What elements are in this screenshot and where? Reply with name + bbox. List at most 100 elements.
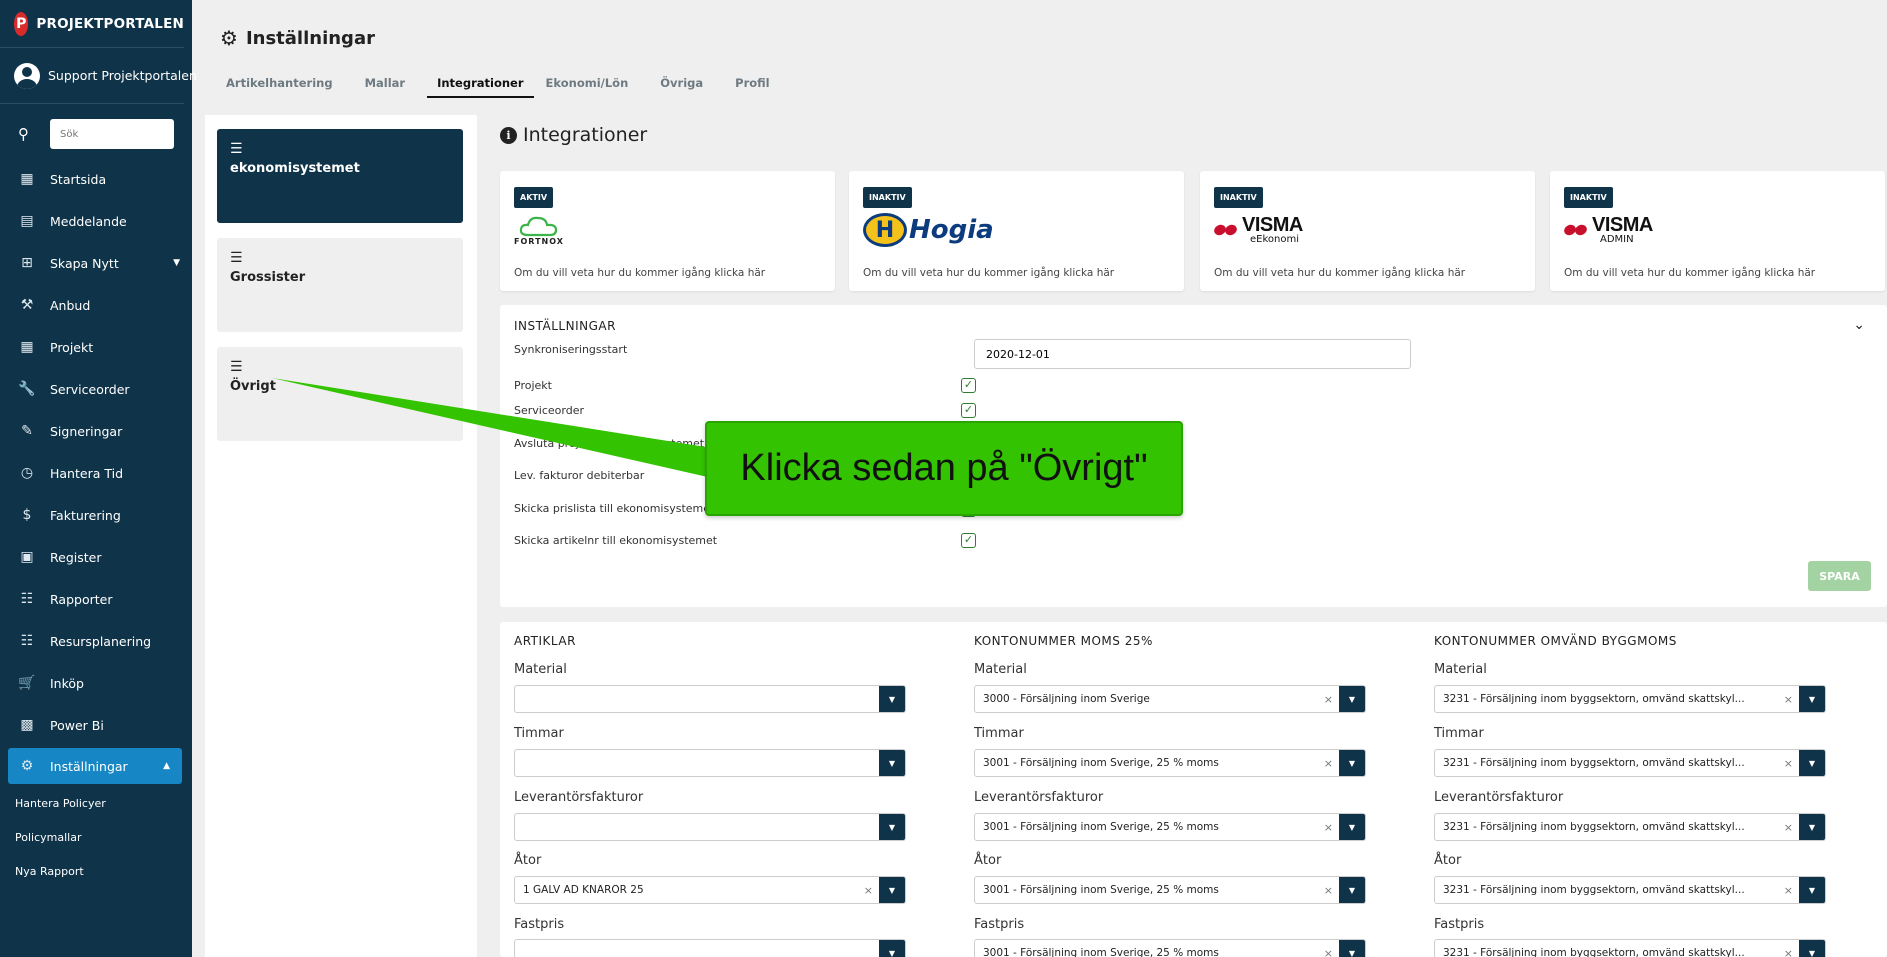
- select-bygg-ator[interactable]: 3231 - Försäljning inom byggsektorn, omv…: [1434, 876, 1826, 904]
- tab-mallar[interactable]: Mallar: [355, 76, 416, 98]
- clear-icon[interactable]: ×: [1324, 693, 1333, 706]
- setting-label-skicka-artikelnr: Skicka artikelnr till ekonomisystemet: [514, 534, 718, 547]
- clear-icon[interactable]: ×: [1784, 693, 1793, 706]
- integration-card-hogia[interactable]: INAKTIV H Hogia Om du vill veta hur du k…: [849, 171, 1184, 291]
- help-link[interactable]: Om du vill veta hur du kommer igång klic…: [863, 267, 1114, 279]
- brand[interactable]: P PROJEKTPORTALEN: [0, 0, 184, 48]
- sidebar-item-resursplanering[interactable]: ☷ Resursplanering: [0, 620, 192, 662]
- clear-icon[interactable]: ×: [1784, 821, 1793, 834]
- caret-down-icon[interactable]: ▼: [1339, 686, 1365, 712]
- select-moms-material[interactable]: 3000 - Försäljning inom Sverige × ▼: [974, 685, 1366, 713]
- caret-down-icon[interactable]: ▼: [1799, 877, 1825, 903]
- sidebar-item-register[interactable]: ▣ Register: [0, 536, 192, 578]
- select-value: 3231 - Försäljning inom byggsektorn, omv…: [1443, 884, 1745, 896]
- select-moms-leverantorsfakturor[interactable]: 3001 - Försäljning inom Sverige, 25 % mo…: [974, 813, 1366, 841]
- save-button[interactable]: SPARA: [1808, 561, 1871, 591]
- select-bygg-material[interactable]: 3231 - Försäljning inom byggsektorn, omv…: [1434, 685, 1826, 713]
- integration-card-visma-admin[interactable]: INAKTIV VISMA ADMIN Om du vill veta hur …: [1550, 171, 1885, 291]
- caret-down-icon[interactable]: ▼: [879, 877, 905, 903]
- card-ovrigt[interactable]: ☰ Övrigt: [217, 347, 463, 441]
- sidebar-item-startsida[interactable]: ▦ Startsida: [0, 158, 192, 200]
- card-grossister[interactable]: ☰ Grossister: [217, 238, 463, 332]
- select-bygg-fastpris[interactable]: 3231 - Försäljning inom byggsektorn, omv…: [1434, 939, 1826, 957]
- tab-integrationer[interactable]: Integrationer: [427, 76, 534, 98]
- caret-down-icon[interactable]: ▼: [879, 814, 905, 840]
- caret-down-icon[interactable]: ▼: [1799, 940, 1825, 957]
- clear-icon[interactable]: ×: [864, 884, 873, 897]
- sidebar-item-fakturering[interactable]: $ Fakturering: [0, 494, 192, 536]
- caret-down-icon[interactable]: ▼: [879, 686, 905, 712]
- caret-down-icon[interactable]: ▼: [1339, 814, 1365, 840]
- caret-down-icon[interactable]: ▼: [879, 750, 905, 776]
- column-heading: KONTONUMMER MOMS 25%: [974, 634, 1153, 648]
- clock-icon: ◷: [20, 465, 34, 481]
- sidebar-item-power-bi[interactable]: ▩ Power Bi: [0, 704, 192, 746]
- caret-down-icon[interactable]: ▼: [1799, 686, 1825, 712]
- sidebar-item-label: Serviceorder: [50, 381, 130, 397]
- clear-icon[interactable]: ×: [1324, 821, 1333, 834]
- caret-down-icon[interactable]: ▼: [1339, 940, 1365, 957]
- select-value: 1 GALV AD KNÄRÖR 25: [523, 884, 644, 896]
- select-value: 3231 - Försäljning inom byggsektorn, omv…: [1443, 947, 1745, 957]
- select-artiklar-material[interactable]: ▼: [514, 685, 906, 713]
- select-artiklar-fastpris[interactable]: ▼: [514, 939, 906, 957]
- search-input[interactable]: [50, 119, 174, 149]
- list-icon: ☰: [230, 359, 243, 375]
- checkbox-projekt[interactable]: ✓: [961, 378, 976, 393]
- select-moms-ator[interactable]: 3001 - Försäljning inom Sverige, 25 % mo…: [974, 876, 1366, 904]
- select-artiklar-timmar[interactable]: ▼: [514, 749, 906, 777]
- tab-artikelhantering[interactable]: Artikelhantering: [216, 76, 343, 98]
- checkbox-serviceorder[interactable]: ✓: [961, 403, 976, 418]
- sidebar-item-label: Startsida: [50, 171, 107, 187]
- tab-bar: Artikelhantering Mallar Integrationer Ek…: [216, 76, 792, 98]
- sidebar-subitem-hantera-policyer[interactable]: Hantera Policyer: [0, 786, 192, 820]
- select-moms-fastpris[interactable]: 3001 - Försäljning inom Sverige, 25 % mo…: [974, 939, 1366, 957]
- integration-card-visma-eekonomi[interactable]: INAKTIV VISMA eEkonomi Om du vill veta h…: [1200, 171, 1535, 291]
- tab-profil[interactable]: Profil: [725, 76, 779, 98]
- clear-icon[interactable]: ×: [1784, 757, 1793, 770]
- integration-card-fortnox[interactable]: AKTIV FORTNOX Om du vill veta hur du kom…: [500, 171, 835, 291]
- help-link[interactable]: Om du vill veta hur du kommer igång klic…: [1564, 267, 1815, 279]
- caret-down-icon[interactable]: ▼: [1799, 814, 1825, 840]
- sidebar-item-meddelande[interactable]: ▤ Meddelande: [0, 200, 192, 242]
- clear-icon[interactable]: ×: [1784, 947, 1793, 957]
- sidebar-item-rapporter[interactable]: ☷ Rapporter: [0, 578, 192, 620]
- select-artiklar-ator[interactable]: 1 GALV AD KNÄRÖR 25 × ▼: [514, 876, 906, 904]
- select-bygg-timmar[interactable]: 3231 - Försäljning inom byggsektorn, omv…: [1434, 749, 1826, 777]
- sidebar-item-hantera-tid[interactable]: ◷ Hantera Tid: [0, 452, 192, 494]
- select-artiklar-leverantorsfakturor[interactable]: ▼: [514, 813, 906, 841]
- caret-down-icon[interactable]: ▼: [1799, 750, 1825, 776]
- caret-down-icon: ▼: [173, 258, 180, 268]
- caret-down-icon[interactable]: ▼: [879, 940, 905, 957]
- user-profile[interactable]: Support Projektportalen: [0, 48, 197, 104]
- sidebar-item-label: Register: [50, 549, 102, 565]
- sidebar-item-signeringar[interactable]: ✎ Signeringar: [0, 410, 192, 452]
- select-bygg-leverantorsfakturor[interactable]: 3231 - Försäljning inom byggsektorn, omv…: [1434, 813, 1826, 841]
- sidebar-item-anbud[interactable]: ⚒ Anbud: [0, 284, 192, 326]
- clear-icon[interactable]: ×: [1324, 757, 1333, 770]
- card-ekonomisystemet[interactable]: ☰ ekonomisystemet: [217, 129, 463, 223]
- sidebar-item-installningar[interactable]: ⚙ Inställningar ▲: [8, 748, 182, 784]
- clear-icon[interactable]: ×: [1784, 884, 1793, 897]
- help-link[interactable]: Om du vill veta hur du kommer igång klic…: [1214, 267, 1465, 279]
- caret-down-icon[interactable]: ▼: [1339, 877, 1365, 903]
- select-moms-timmar[interactable]: 3001 - Försäljning inom Sverige, 25 % mo…: [974, 749, 1366, 777]
- sidebar-subitem-nya-rapport[interactable]: Nya Rapport: [0, 854, 192, 888]
- chevron-down-icon[interactable]: ⌄: [1853, 317, 1865, 333]
- sidebar-item-projekt[interactable]: ▦ Projekt: [0, 326, 192, 368]
- checkbox-skicka-artikelnr[interactable]: ✓: [961, 533, 976, 548]
- tab-ekonomi-lon[interactable]: Ekonomi/Lön: [536, 76, 639, 98]
- setting-label-avsluta-projekt: Avsluta projekt i ekonomisystemet: [514, 437, 705, 450]
- sidebar-item-skapa-nytt[interactable]: ⊞ Skapa Nytt ▼: [0, 242, 192, 284]
- clear-icon[interactable]: ×: [1324, 884, 1333, 897]
- sidebar-item-inkop[interactable]: 🛒 Inköp: [0, 662, 192, 704]
- caret-down-icon[interactable]: ▼: [1339, 750, 1365, 776]
- help-link[interactable]: Om du vill veta hur du kommer igång klic…: [514, 267, 765, 279]
- column-heading: ARTIKLAR: [514, 634, 576, 648]
- sync-start-date-input[interactable]: [974, 339, 1411, 369]
- clear-icon[interactable]: ×: [1324, 947, 1333, 957]
- tab-ovriga[interactable]: Övriga: [650, 76, 713, 98]
- sidebar-item-serviceorder[interactable]: 🔧 Serviceorder: [0, 368, 192, 410]
- sidebar-subitem-policymallar[interactable]: Policymallar: [0, 820, 192, 854]
- search-icon: ⚲: [18, 125, 29, 143]
